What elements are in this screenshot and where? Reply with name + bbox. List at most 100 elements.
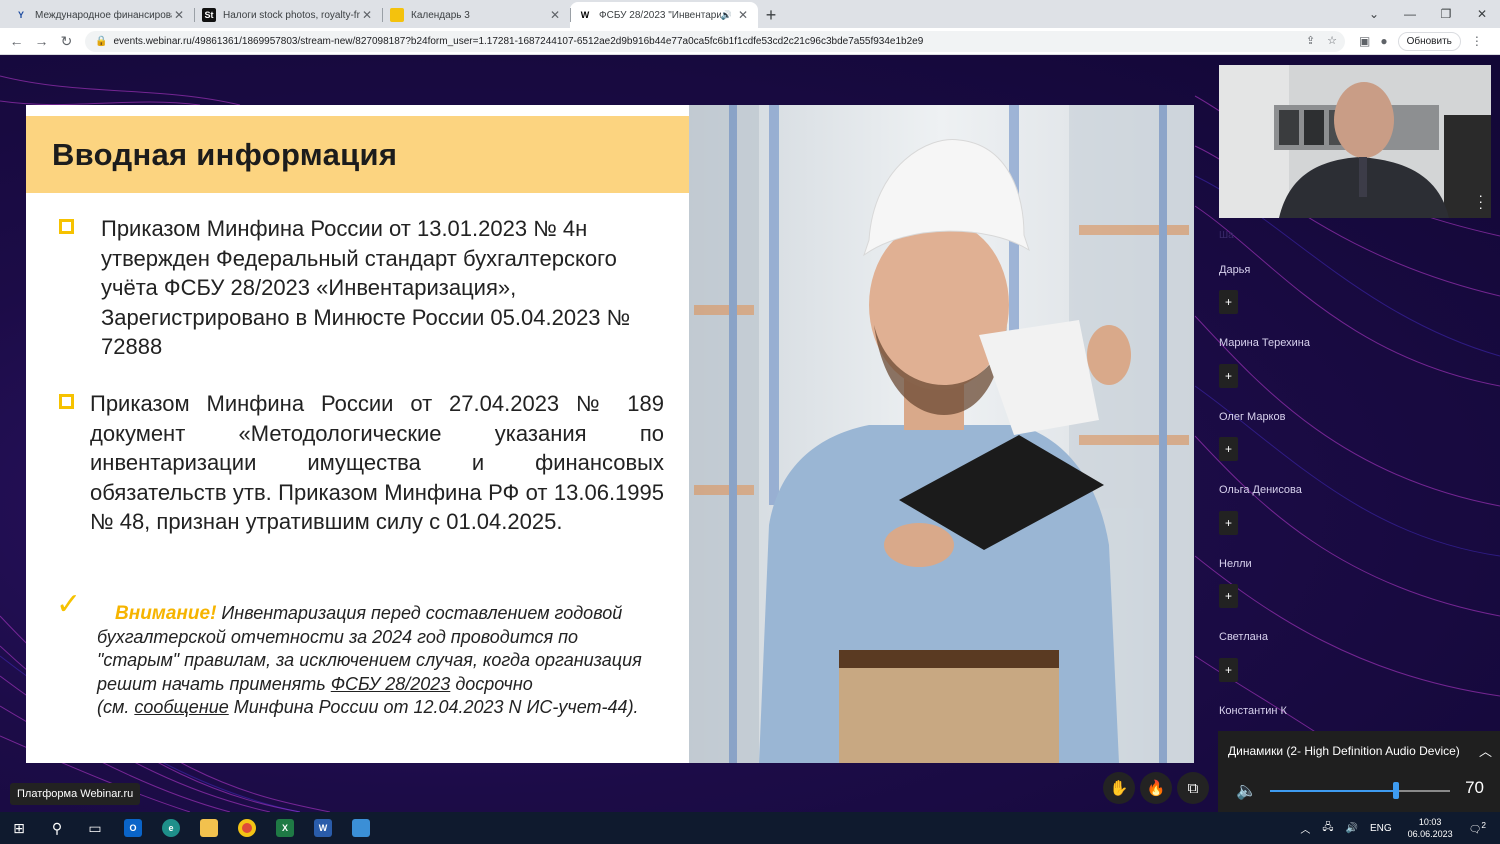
edge-app-icon[interactable]: e [152, 812, 190, 844]
menu-dots-icon[interactable]: ⋮ [1471, 34, 1483, 48]
add-participant-button[interactable]: + [1219, 437, 1238, 461]
url-text: events.webinar.ru/49861361/1869957803/st… [113, 35, 924, 47]
restore-icon[interactable]: ❐ [1428, 0, 1464, 28]
raise-hand-icon[interactable]: ✋ [1103, 772, 1135, 804]
add-participant-button[interactable]: + [1219, 511, 1238, 535]
url-field[interactable]: 🔒 events.webinar.ru/49861361/1869957803/… [85, 30, 1345, 52]
browser-tab-2[interactable]: St Налоги stock photos, royalty-free ✕ [194, 2, 382, 28]
square-bullet-icon [59, 219, 74, 234]
note-link-fsbu: ФСБУ 28/2023 [330, 673, 451, 694]
clock-date: 06.06.2023 [1407, 829, 1453, 839]
volume-slider-handle[interactable] [1393, 782, 1399, 799]
cam-caption: Ша [1219, 230, 1234, 241]
participant-name: Светлана [1219, 631, 1268, 643]
note-warning: Внимание! [115, 603, 217, 624]
minimize-icon[interactable]: — [1392, 0, 1428, 28]
participant-name: Олег Марков [1219, 411, 1286, 423]
tab-close-icon[interactable]: ✕ [172, 8, 186, 22]
notification-icon[interactable]: 🗨2 [1469, 820, 1486, 835]
windows-taskbar: ⊞ ⚲ ▭ O e X W ︿ 🖧 🔊 ENG 10:03 06.06.2023… [0, 812, 1500, 844]
chrome-app-icon[interactable] [228, 812, 266, 844]
search-icon[interactable]: ⚲ [38, 812, 76, 844]
add-participant-button[interactable]: + [1219, 290, 1238, 314]
browser-tab-4[interactable]: W ФСБУ 28/2023 "Инвентаризация" 🔊 ✕ [570, 2, 758, 28]
lock-icon[interactable]: 🔒 [95, 36, 107, 47]
note-text-c: (см. [97, 697, 135, 717]
language-indicator[interactable]: ENG [1370, 823, 1392, 834]
tab-title: Календарь 3 [411, 9, 470, 21]
new-tab-button[interactable]: + [758, 2, 784, 28]
tab-title: Налоги stock photos, royalty-free [223, 9, 360, 21]
file-explorer-icon[interactable] [190, 812, 228, 844]
speaker-video[interactable]: · · · [1219, 65, 1491, 218]
browser-tab-1[interactable]: Y Международное финансирование ✕ [6, 2, 194, 28]
add-participant-button[interactable]: + [1219, 364, 1238, 388]
notification-count: 2 [1481, 820, 1486, 831]
excel-app-icon[interactable]: X [266, 812, 304, 844]
picture-in-picture-icon[interactable]: ⧉ [1177, 772, 1209, 804]
note-text-d: Минфина России от 12.04.2023 N ИС-учет-4… [228, 697, 639, 717]
participant-name: Нелли [1219, 558, 1252, 570]
bullet-2-text: Приказом Минфина России от 27.04.2023 № … [90, 391, 664, 534]
address-bar: ← → ↻ 🔒 events.webinar.ru/49861361/18699… [0, 28, 1500, 55]
reload-icon[interactable]: ↻ [54, 33, 79, 50]
windows-start-icon[interactable]: ⊞ [0, 812, 38, 844]
window-controls: ⌄ — ❐ ✕ [1356, 0, 1500, 28]
reaction-fire-icon[interactable]: 🔥 [1140, 772, 1172, 804]
tab-audio-icon[interactable]: 🔊 [721, 10, 732, 21]
slide-header: Вводная информация [26, 116, 747, 193]
volume-slider[interactable] [1270, 782, 1450, 799]
video-options-icon[interactable]: · · · [1478, 188, 1483, 214]
clock[interactable]: 10:03 06.06.2023 [1408, 816, 1453, 840]
add-participant-button[interactable]: + [1219, 584, 1238, 608]
note-link-message: сообщение [134, 697, 229, 717]
square-bullet-icon [59, 394, 74, 409]
word-app-icon[interactable]: W [304, 812, 342, 844]
tab-title: Международное финансирование [35, 9, 172, 21]
tab-favicon-icon [390, 8, 404, 22]
photos-app-icon[interactable] [342, 812, 380, 844]
tab-close-icon[interactable]: ✕ [548, 8, 562, 22]
tab-close-icon[interactable]: ✕ [736, 8, 750, 22]
back-arrow-icon[interactable]: ← [4, 33, 29, 49]
close-window-icon[interactable]: ✕ [1464, 0, 1500, 28]
slide-bullet-1: Приказом Минфина России от 13.01.2023 № … [59, 214, 667, 362]
forward-arrow-icon[interactable]: → [29, 33, 54, 49]
outlook-app-icon[interactable]: O [114, 812, 152, 844]
task-view-icon[interactable]: ▭ [76, 812, 114, 844]
note-text-b: досрочно [450, 673, 533, 694]
audio-device-name[interactable]: Динамики (2- High Definition Audio Devic… [1228, 744, 1460, 758]
participant-name: Марина Терехина [1219, 337, 1310, 349]
chevron-up-icon[interactable]: ︿ [1479, 741, 1492, 760]
browser-tab-3[interactable]: Календарь 3 ✕ [382, 2, 570, 28]
volume-fill [1270, 790, 1396, 792]
speaker-volume-icon[interactable]: 🔈 [1236, 781, 1257, 801]
slide-bullet-2: Приказом Минфина России от 27.04.2023 № … [59, 389, 664, 537]
volume-icon[interactable]: 🔊 [1345, 823, 1357, 834]
tab-close-icon[interactable]: ✕ [360, 8, 374, 22]
tab-favicon-icon: St [202, 8, 216, 22]
presentation-slide: Вводная информация Приказом Минфина Росс… [26, 105, 1194, 763]
sidepanel-icon[interactable]: ▣ [1359, 34, 1370, 48]
update-button[interactable]: Обновить [1397, 31, 1461, 51]
platform-badge[interactable]: Платформа Webinar.ru [10, 783, 141, 805]
chevron-up-icon[interactable]: ︿ [1300, 821, 1310, 836]
share-icon[interactable]: ⇪ [1306, 34, 1315, 47]
system-tray: ︿ 🖧 🔊 ENG 10:03 06.06.2023 🗨2 [1294, 812, 1500, 844]
participant-name: Дарья [1219, 264, 1251, 276]
browser-tab-strip: Y Международное финансирование ✕ St Нало… [0, 0, 1500, 28]
add-participant-button[interactable]: + [1219, 658, 1238, 682]
participant-name: Константин К [1219, 705, 1287, 717]
checkmark-icon: ✓ [56, 588, 82, 621]
bookmark-star-icon[interactable]: ☆ [1327, 34, 1337, 47]
audio-device-popup: Динамики (2- High Definition Audio Devic… [1218, 731, 1500, 812]
profile-icon[interactable]: ● [1380, 34, 1387, 48]
slide-title: Вводная информация [52, 136, 398, 172]
participant-name: Ольга Денисова [1219, 484, 1302, 496]
clock-time: 10:03 [1418, 817, 1442, 827]
warehouse-worker-photo [689, 105, 1194, 763]
tab-title: ФСБУ 28/2023 "Инвентаризация" [599, 9, 721, 21]
tab-favicon-icon: W [580, 10, 590, 20]
tab-search-icon[interactable]: ⌄ [1356, 0, 1392, 28]
network-icon[interactable]: 🖧 [1322, 820, 1333, 837]
